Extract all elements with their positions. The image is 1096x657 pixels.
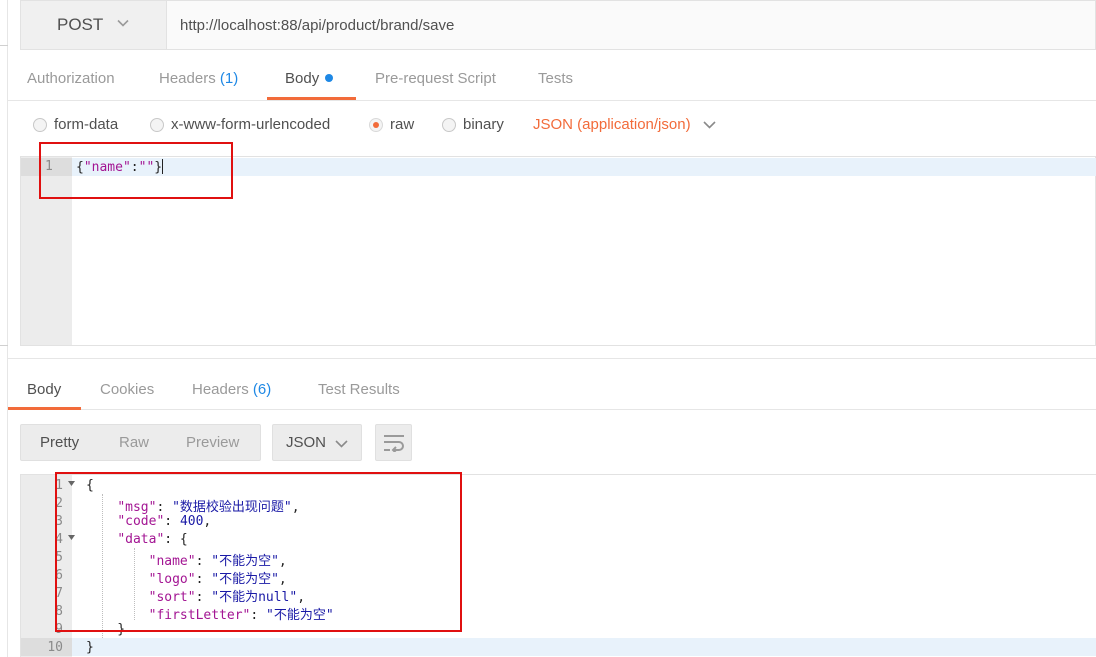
resp-tab-headers-label: Headers [192, 381, 249, 398]
headers-count-badge: (1) [219, 70, 239, 87]
resp-tab-body-label: Body [27, 381, 62, 398]
wrap-lines-button[interactable] [375, 424, 412, 461]
left-panel-edge [0, 0, 8, 657]
view-mode-segmented-control: Pretty Raw Preview [20, 424, 261, 461]
tab-authorization[interactable]: Authorization [27, 70, 115, 87]
radio-form-data[interactable]: form-data [33, 116, 118, 133]
resp-tab-cookies[interactable]: Cookies [100, 381, 154, 398]
highlight-box-response [55, 472, 462, 632]
radio-circle [33, 117, 47, 132]
active-tab-indicator [267, 97, 356, 100]
radio-circle [442, 117, 456, 132]
tab-tests[interactable]: Tests [538, 70, 573, 87]
radio-binary[interactable]: binary [442, 116, 504, 133]
resp-headers-count-badge: (6) [252, 381, 272, 398]
resp-tab-test-results[interactable]: Test Results [318, 381, 400, 398]
resp-tab-cookies-label: Cookies [100, 381, 155, 398]
radio-raw-label: raw [390, 116, 415, 133]
radio-circle [150, 117, 164, 132]
method-select[interactable]: POST [20, 0, 166, 50]
format-label: JSON [286, 434, 327, 451]
wrap-lines-icon [384, 435, 404, 452]
resp-tab-headers[interactable]: Headers (6) [192, 381, 271, 398]
tab-authorization-label: Authorization [27, 70, 115, 87]
view-mode-raw[interactable]: Raw [119, 434, 149, 451]
view-mode-pretty[interactable]: Pretty [40, 434, 79, 451]
resp-tab-body[interactable]: Body [27, 381, 61, 398]
url-bar: POST http://localhost:88/api/product/bra… [20, 0, 1096, 50]
tab-pre-request-script[interactable]: Pre-request Script [375, 70, 496, 87]
chevron-down-icon [335, 440, 348, 448]
radio-binary-label: binary [463, 116, 504, 133]
radio-urlencoded-label: x-www-form-urlencoded [171, 116, 331, 133]
format-dropdown[interactable]: JSON [272, 424, 362, 461]
tab-body[interactable]: Body [285, 70, 334, 87]
resp-active-tab-indicator [8, 407, 81, 410]
view-mode-preview[interactable]: Preview [186, 434, 239, 451]
tab-body-label: Body [285, 70, 320, 87]
tab-pre-request-label: Pre-request Script [375, 70, 496, 87]
line-number: 10 [47, 640, 63, 655]
radio-urlencoded[interactable]: x-www-form-urlencoded [150, 116, 330, 133]
radio-form-data-label: form-data [54, 116, 119, 133]
chevron-down-icon [703, 121, 716, 129]
method-label: POST [57, 15, 104, 34]
response-tabs: Body Cookies Headers (6) Test Results [8, 370, 1096, 410]
radio-circle-checked [369, 117, 383, 132]
tab-tests-label: Tests [538, 70, 574, 87]
chevron-down-icon [117, 19, 129, 27]
response-line-text: } [86, 640, 94, 655]
response-line-active: 10 } [21, 638, 1096, 656]
tab-headers-label: Headers [159, 70, 216, 87]
request-tabs: Authorization Headers (1) Body Pre-reque… [8, 60, 1096, 101]
content-type-label: JSON (application/json) [533, 116, 691, 133]
content-type-dropdown[interactable]: JSON (application/json) [533, 116, 716, 133]
body-modified-dot-icon [325, 74, 334, 82]
resp-tab-test-results-label: Test Results [318, 381, 400, 398]
url-text: http://localhost:88/api/product/brand/sa… [180, 16, 455, 34]
radio-raw[interactable]: raw [369, 116, 414, 133]
url-input[interactable]: http://localhost:88/api/product/brand/sa… [166, 0, 1096, 50]
highlight-box-request [39, 142, 233, 199]
tab-headers[interactable]: Headers (1) [159, 70, 238, 87]
section-divider [8, 358, 1096, 359]
